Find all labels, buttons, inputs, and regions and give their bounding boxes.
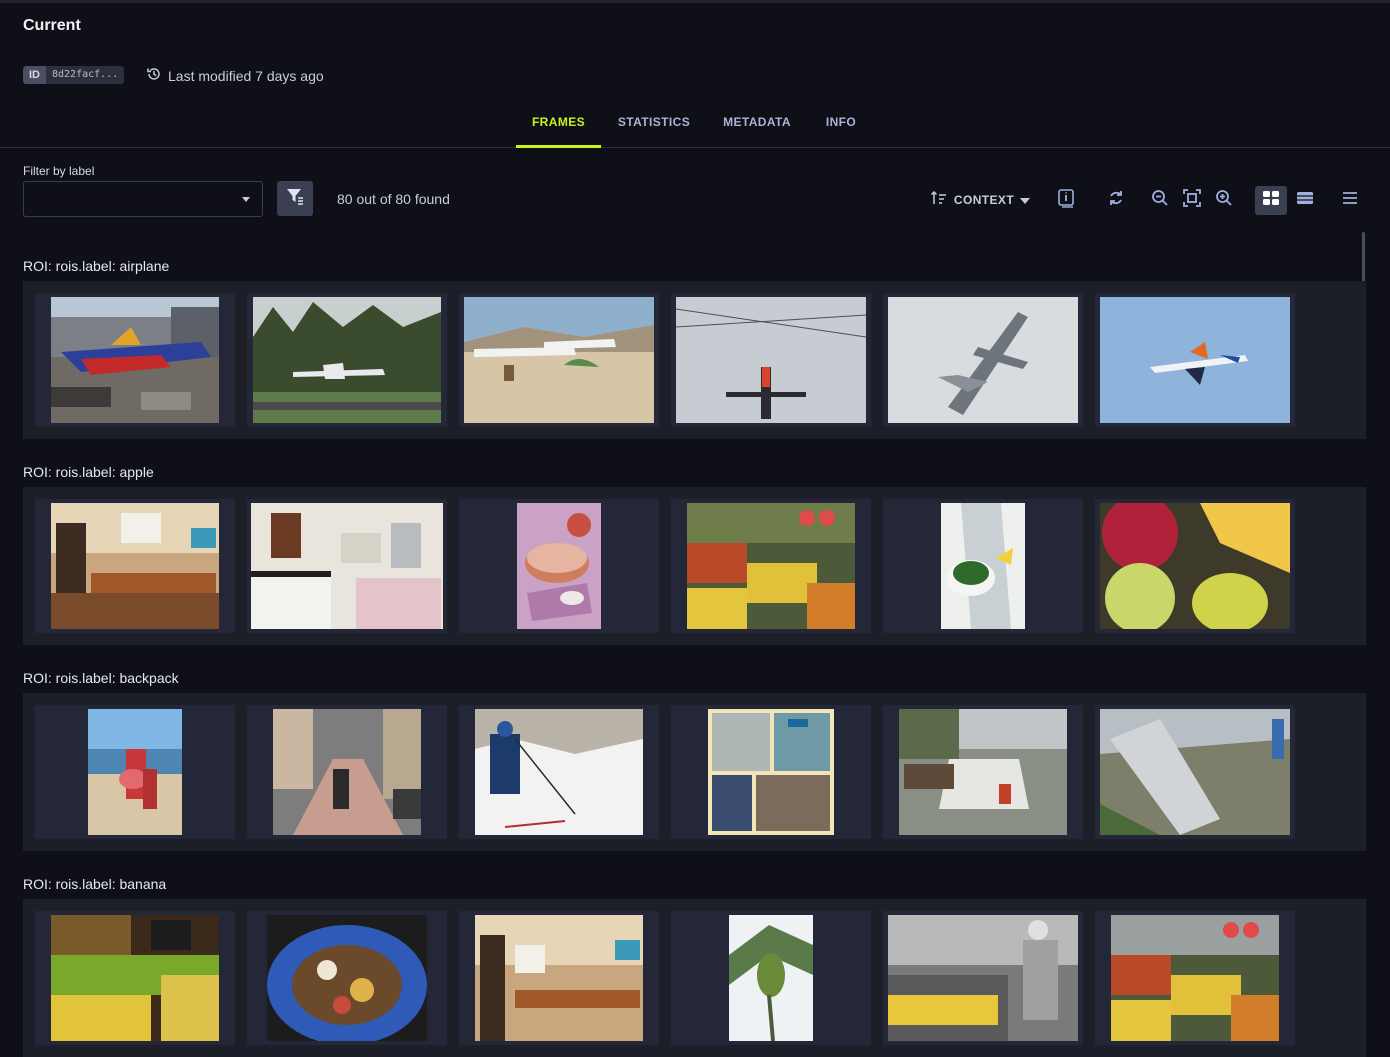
history-icon	[146, 66, 162, 85]
list-view-button[interactable]	[1291, 186, 1319, 214]
frame-card[interactable]	[1095, 911, 1295, 1045]
zoom-out-button[interactable]	[1146, 186, 1174, 214]
grid-view-button[interactable]	[1255, 186, 1287, 215]
last-modified: Last modified 7 days ago	[146, 66, 324, 85]
last-modified-text: Last modified 7 days ago	[168, 67, 324, 84]
tab-bar: FRAMES STATISTICS METADATA INFO	[0, 103, 1390, 148]
menu-icon	[1342, 191, 1358, 210]
frame-thumbnail	[687, 503, 855, 629]
frame-card[interactable]	[1095, 293, 1295, 427]
id-badge-key: ID	[23, 66, 46, 84]
frame-thumbnail	[251, 503, 443, 629]
section-title: ROI: rois.label: banana	[23, 876, 167, 892]
frame-thumbnail	[51, 297, 219, 423]
frame-thumbnail	[1111, 915, 1279, 1041]
frame-card[interactable]	[247, 911, 447, 1045]
frame-thumbnail	[464, 297, 654, 423]
sort-label: CONTEXT	[953, 193, 1015, 207]
frame-card[interactable]	[671, 911, 871, 1045]
frame-card[interactable]	[883, 499, 1083, 633]
section-band	[23, 899, 1366, 1057]
frame-card[interactable]	[35, 293, 235, 427]
frame-card[interactable]	[883, 911, 1083, 1045]
sort-context-dropdown[interactable]: CONTEXT	[928, 186, 1032, 214]
section-title: ROI: rois.label: apple	[23, 464, 154, 480]
frame-thumbnail	[51, 915, 219, 1041]
tab-metadata[interactable]: METADATA	[716, 103, 798, 145]
frame-card[interactable]	[247, 293, 447, 427]
frame-thumbnail	[1100, 503, 1290, 629]
zoom-in-button[interactable]	[1210, 186, 1238, 214]
frame-card[interactable]	[35, 705, 235, 839]
chevron-down-icon	[1020, 191, 1031, 209]
refresh-icon	[1107, 189, 1125, 212]
page-title: Current	[23, 17, 81, 34]
frame-thumbnail	[729, 915, 813, 1041]
info-icon	[1056, 188, 1076, 213]
grid-view-icon	[1262, 189, 1280, 212]
frame-card[interactable]	[35, 499, 235, 633]
frame-thumbnail	[941, 503, 1025, 629]
info-toggle-button[interactable]	[1052, 186, 1080, 214]
frame-card[interactable]	[1095, 705, 1295, 839]
frame-thumbnail	[51, 503, 219, 629]
frame-thumbnail	[267, 915, 427, 1041]
frame-thumbnail	[273, 709, 421, 835]
fit-screen-button[interactable]	[1178, 186, 1206, 214]
filter-label: Filter by label	[23, 164, 95, 178]
frame-thumbnail	[676, 297, 866, 423]
section-title: ROI: rois.label: airplane	[23, 258, 170, 274]
frame-card[interactable]	[459, 705, 659, 839]
frame-thumbnail	[888, 915, 1078, 1041]
frame-thumbnail	[888, 297, 1078, 423]
menu-button[interactable]	[1336, 186, 1364, 214]
zoom-out-icon	[1151, 189, 1169, 212]
section-band	[23, 281, 1366, 439]
frame-thumbnail	[899, 709, 1067, 835]
id-badge-value: 8d22facf...	[46, 66, 125, 84]
frame-card[interactable]	[671, 705, 871, 839]
filter-button[interactable]	[277, 181, 313, 216]
frame-card[interactable]	[883, 293, 1083, 427]
section-band	[23, 693, 1366, 851]
refresh-button[interactable]	[1102, 186, 1130, 214]
frame-thumbnail	[475, 709, 643, 835]
frame-card[interactable]	[671, 293, 871, 427]
frame-card[interactable]	[459, 499, 659, 633]
results-count: 80 out of 80 found	[337, 191, 450, 207]
frame-thumbnail	[1100, 297, 1290, 423]
section-band	[23, 487, 1366, 645]
filter-icon	[285, 186, 305, 211]
sort-icon	[930, 189, 948, 212]
frame-card[interactable]	[459, 293, 659, 427]
frame-card[interactable]	[1095, 499, 1295, 633]
frame-thumbnail	[88, 709, 182, 835]
id-badge[interactable]: ID 8d22facf...	[23, 66, 125, 84]
tab-frames[interactable]: FRAMES	[516, 103, 601, 148]
frame-thumbnail	[1100, 709, 1290, 835]
tab-statistics[interactable]: STATISTICS	[611, 103, 697, 145]
frame-card[interactable]	[247, 705, 447, 839]
frame-thumbnail	[253, 297, 441, 423]
frame-card[interactable]	[883, 705, 1083, 839]
frame-card[interactable]	[459, 911, 659, 1045]
tab-info[interactable]: INFO	[818, 103, 864, 145]
fit-screen-icon	[1183, 188, 1201, 212]
frame-thumbnail	[708, 709, 834, 835]
frame-card[interactable]	[247, 499, 447, 633]
frame-card[interactable]	[671, 499, 871, 633]
filter-select[interactable]	[23, 181, 263, 217]
section-title: ROI: rois.label: backpack	[23, 670, 179, 686]
frame-card[interactable]	[35, 911, 235, 1045]
top-border	[0, 0, 1390, 3]
list-view-icon	[1296, 190, 1314, 211]
zoom-in-icon	[1215, 189, 1233, 212]
frame-thumbnail	[517, 503, 601, 629]
chevron-down-icon	[242, 197, 250, 202]
frame-thumbnail	[475, 915, 643, 1041]
